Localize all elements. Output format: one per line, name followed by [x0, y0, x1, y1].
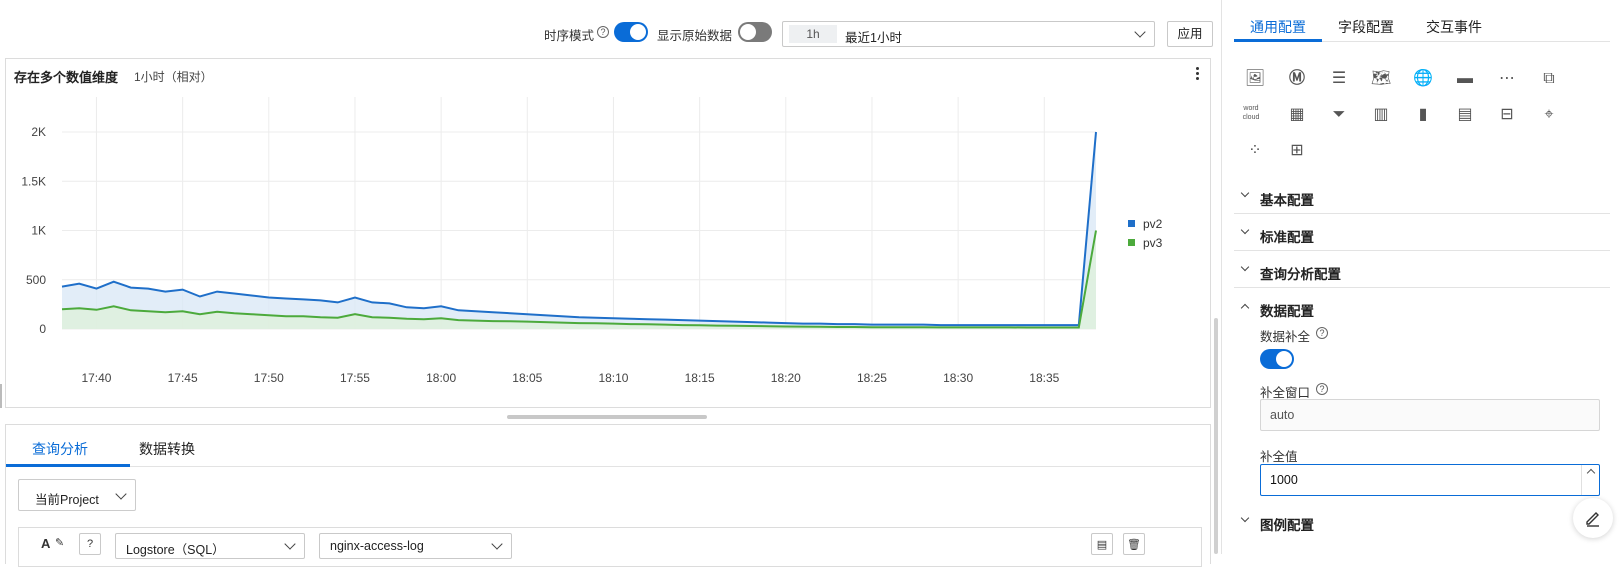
flow-icon[interactable]: ⋯	[1496, 68, 1518, 90]
tab-query-analysis[interactable]: 查询分析	[32, 439, 88, 459]
x-tick-label: 18:20	[771, 371, 801, 385]
panel-resize-handle[interactable]	[507, 415, 707, 419]
section-legend-config[interactable]: 图例配置	[1234, 503, 1610, 539]
copy-icon[interactable]: ▤	[1091, 533, 1113, 555]
column-chart-icon[interactable]: ▮	[1412, 104, 1434, 126]
china-map-icon[interactable]: 🗺	[1370, 68, 1392, 90]
y-tick-label: 500	[26, 273, 46, 287]
tab-interaction-events[interactable]: 交互事件	[1426, 17, 1482, 37]
chevron-down-icon	[1240, 188, 1250, 198]
legend-swatch	[1128, 220, 1135, 227]
chevron-down-icon	[491, 538, 503, 550]
raw-data-label: 显示原始数据	[657, 29, 733, 43]
query-panel: 查询分析 数据转换 当前Project A ✎ ? Logstore（SQL） …	[5, 424, 1211, 567]
delete-icon[interactable]: 🗑	[1123, 533, 1145, 555]
location-icon[interactable]: ⌖	[1538, 104, 1560, 126]
tab-data-transform[interactable]: 数据转换	[139, 439, 195, 459]
scrollbar[interactable]	[1214, 318, 1218, 554]
x-tick-label: 18:00	[426, 371, 456, 385]
x-tick-label: 17:55	[340, 371, 370, 385]
fill-value-input[interactable]: 1000	[1260, 464, 1600, 496]
treemap-icon[interactable]: ▦	[1286, 104, 1308, 126]
help-icon[interactable]: ?	[79, 533, 101, 555]
fill-value-label: 补全值	[1260, 450, 1298, 464]
active-tab-indicator	[1234, 39, 1322, 42]
legend-label: pv2	[1143, 217, 1163, 231]
progress-bar-icon[interactable]: ▬	[1454, 68, 1476, 90]
x-tick-label: 18:05	[512, 371, 542, 385]
chevron-up-icon	[1240, 303, 1250, 313]
boxplot-icon[interactable]: ⊞	[1286, 140, 1308, 162]
chevron-down-icon	[115, 488, 127, 500]
legend-swatch	[1128, 239, 1135, 246]
query-bar: A ✎ ? Logstore（SQL） nginx-access-log ▤ 🗑	[18, 527, 1202, 567]
markdown-chart-icon[interactable]: Ⓜ	[1286, 68, 1308, 90]
help-icon[interactable]: ?	[597, 26, 609, 38]
timeseries-mode-toggle[interactable]	[614, 22, 648, 42]
chart-panel: 存在多个数值维度 1小时（相对） 0 500 1K 1.5K 2K 17:40 17:45 1…	[5, 58, 1211, 408]
section-basic-config[interactable]: 基本配置	[1234, 178, 1610, 214]
time-tag: 1h	[789, 25, 837, 43]
table-icon[interactable]: ▤	[1454, 104, 1476, 126]
help-icon[interactable]: ?	[1316, 383, 1328, 395]
pen-icon[interactable]: ✎	[55, 536, 64, 549]
chevron-down-icon	[284, 538, 296, 550]
time-range-select[interactable]: 1h 最近1小时	[782, 21, 1155, 47]
x-tick-label: 18:25	[857, 371, 887, 385]
section-standard-config[interactable]: 标准配置	[1234, 215, 1610, 251]
project-select[interactable]: 当前Project	[18, 479, 136, 511]
tab-general-config[interactable]: 通用配置	[1250, 17, 1306, 37]
help-icon[interactable]: ?	[1316, 327, 1328, 339]
logstore-select[interactable]: nginx-access-log	[319, 533, 512, 559]
config-panel: 通用配置 字段配置 交互事件 🖼 Ⓜ ☰ 🗺 🌐 ▬ ⋯ ⧉ word clou…	[1221, 0, 1621, 554]
text-format-icon[interactable]: A	[41, 536, 50, 551]
bar-chart-icon[interactable]: ▥	[1370, 104, 1392, 126]
fill-window-input[interactable]: auto	[1260, 399, 1600, 431]
y-tick-label: 0	[39, 322, 46, 336]
edit-button[interactable]	[1573, 498, 1613, 538]
logstore-value: nginx-access-log	[330, 539, 424, 553]
section-data-config[interactable]: 数据配置	[1234, 289, 1610, 325]
chevron-down-icon	[1240, 262, 1250, 272]
active-tab-indicator	[6, 464, 130, 467]
y-tick-label: 2K	[31, 125, 46, 139]
apply-button[interactable]: 应用	[1167, 21, 1213, 47]
chevron-down-icon	[1134, 26, 1146, 38]
x-tick-label: 18:15	[685, 371, 715, 385]
x-tick-label: 17:45	[168, 371, 198, 385]
x-tick-label: 18:30	[943, 371, 973, 385]
line-area-chart: 0 500 1K 1.5K 2K 17:40 17:45 17:50 17:55 18:00 18:…	[21, 97, 1163, 385]
x-tick-label: 18:35	[1029, 371, 1059, 385]
quantity-stepper[interactable]	[1581, 465, 1599, 495]
pencil-icon	[1586, 512, 1599, 527]
gantt-icon[interactable]: ⊟	[1496, 104, 1518, 126]
x-tick-label: 18:10	[598, 371, 628, 385]
funnel-icon[interactable]: ⏷	[1328, 104, 1350, 126]
scatter-chart-icon[interactable]: ⁘	[1244, 140, 1266, 162]
topology-icon[interactable]: ⧉	[1538, 68, 1560, 90]
store-type-select[interactable]: Logstore（SQL）	[115, 533, 305, 559]
world-map-icon[interactable]: 🌐	[1412, 68, 1434, 90]
image-chart-icon[interactable]: 🖼	[1244, 68, 1266, 90]
word-cloud-icon[interactable]: word cloud	[1240, 104, 1262, 126]
x-tick-label: 17:50	[254, 371, 284, 385]
section-query-config[interactable]: 查询分析配置	[1234, 252, 1610, 288]
tab-field-config[interactable]: 字段配置	[1338, 17, 1394, 37]
raw-data-toggle[interactable]	[738, 22, 772, 42]
data-fill-label: 数据补全	[1260, 330, 1311, 344]
legend-label: pv3	[1143, 236, 1163, 250]
query-tabs: 查询分析 数据转换	[6, 425, 1210, 467]
y-tick-label: 1K	[31, 224, 46, 238]
list-chart-icon[interactable]: ☰	[1328, 68, 1350, 90]
resize-handle-left[interactable]	[0, 384, 2, 408]
project-select-value: 当前Project	[35, 493, 99, 507]
chevron-down-icon	[1240, 513, 1250, 523]
store-type-value: Logstore（SQL）	[126, 543, 225, 557]
timeseries-mode-label: 时序模式	[544, 29, 595, 43]
data-fill-toggle[interactable]	[1260, 349, 1294, 369]
y-tick-label: 1.5K	[21, 174, 46, 188]
time-range-value: 最近1小时	[845, 31, 902, 45]
chevron-down-icon	[1240, 225, 1250, 235]
x-tick-label: 17:40	[81, 371, 111, 385]
